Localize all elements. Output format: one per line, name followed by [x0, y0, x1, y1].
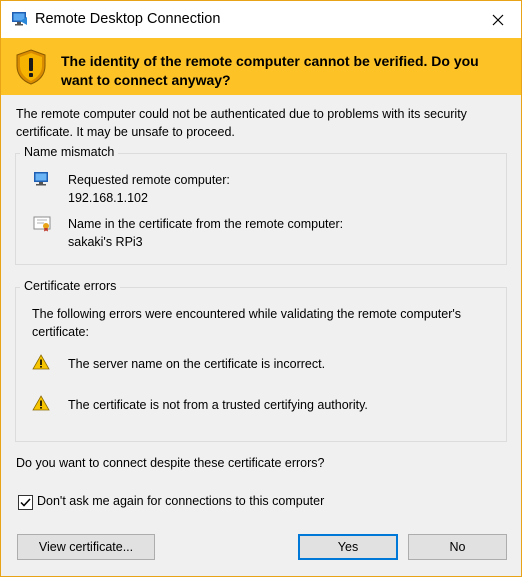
window-title: Remote Desktop Connection	[35, 11, 221, 27]
name-mismatch-group: Name mismatch Requested remote computer:…	[15, 145, 507, 265]
certificate-name-label: Name in the certificate from the remote …	[68, 217, 344, 231]
no-button[interactable]: No	[408, 534, 507, 560]
yes-button[interactable]: Yes	[298, 534, 398, 560]
confirm-question: Do you want to connect despite these cer…	[16, 456, 325, 470]
view-certificate-button[interactable]: View certificate...	[17, 534, 155, 560]
warning-banner: The identity of the remote computer cann…	[1, 38, 521, 95]
requested-computer-value: 192.168.1.102	[68, 191, 148, 205]
intro-text: The remote computer could not be authent…	[16, 107, 467, 139]
close-button[interactable]	[475, 1, 521, 38]
requested-computer-label: Requested remote computer:	[68, 173, 230, 187]
computer-icon	[31, 171, 51, 192]
banner-message: The identity of the remote computer cann…	[61, 53, 479, 88]
certificate-error-item: The certificate is not from a trusted ce…	[68, 398, 368, 412]
warning-icon	[32, 395, 50, 414]
remote-desktop-icon	[11, 10, 29, 31]
dont-ask-label[interactable]: Don't ask me again for connections to th…	[37, 494, 324, 508]
certificate-errors-group: Certificate errors The following errors …	[15, 279, 507, 442]
certificate-name-value: sakaki's RPi3	[68, 235, 143, 249]
title-bar: Remote Desktop Connection	[1, 1, 521, 38]
certificate-errors-intro: The following errors were encountered wh…	[32, 307, 461, 339]
dont-ask-checkbox[interactable]	[18, 495, 33, 510]
security-shield-warning-icon	[15, 49, 47, 88]
name-mismatch-legend: Name mismatch	[20, 145, 119, 159]
checkmark-icon	[20, 498, 31, 507]
certificate-error-item: The server name on the certificate is in…	[68, 357, 326, 371]
dialog-window: Remote Desktop Connection The identity o…	[0, 0, 522, 577]
close-icon	[492, 14, 504, 25]
warning-icon	[32, 354, 50, 373]
certificate-icon	[33, 216, 51, 235]
certificate-errors-legend: Certificate errors	[20, 279, 121, 293]
